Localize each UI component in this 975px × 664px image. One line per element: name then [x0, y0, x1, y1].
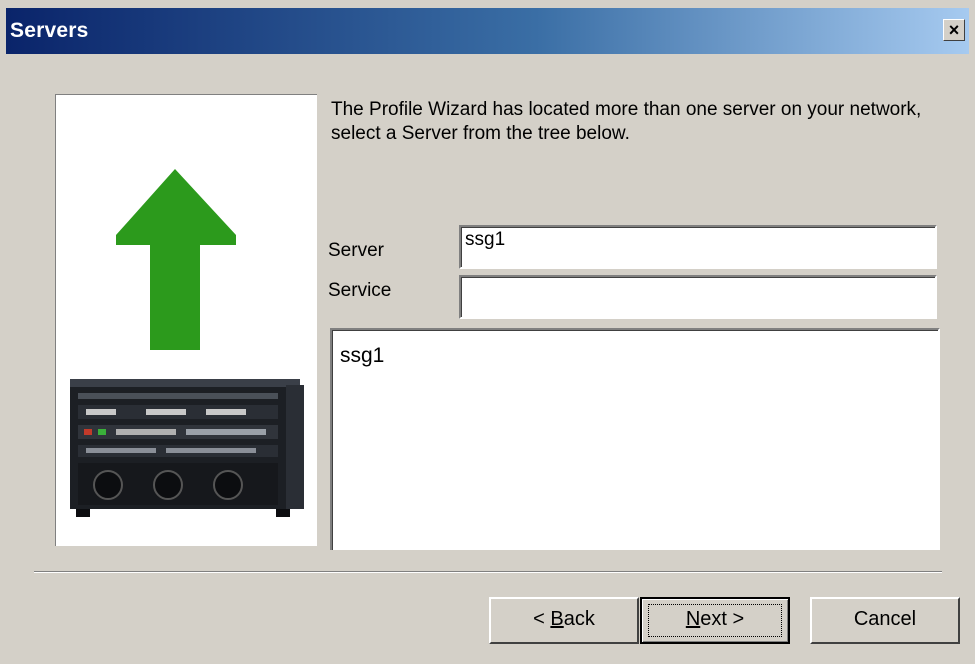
- tree-item-ssg1[interactable]: ssg1: [340, 344, 384, 368]
- service-label: Service: [328, 280, 392, 301]
- instructions-text: The Profile Wizard has located more than…: [331, 99, 922, 144]
- close-icon: ×: [948, 20, 960, 40]
- wizard-image-panel: [55, 94, 317, 546]
- server-chassis-image: [70, 379, 304, 517]
- title-bar[interactable]: Servers ×: [6, 8, 969, 54]
- next-button[interactable]: Next >: [640, 597, 790, 644]
- window-title: Servers: [10, 19, 89, 42]
- close-button[interactable]: ×: [943, 19, 965, 41]
- server-tree[interactable]: ssg1: [330, 328, 940, 550]
- next-button-label: Next >: [685, 608, 745, 630]
- cancel-button-label: Cancel: [853, 608, 917, 630]
- wizard-illustration: [70, 169, 304, 517]
- back-button[interactable]: < Back: [489, 597, 639, 644]
- up-arrow-icon: [116, 169, 236, 350]
- server-field[interactable]: ssg1: [459, 225, 937, 269]
- cancel-button[interactable]: Cancel: [810, 597, 960, 644]
- back-button-label: < Back: [533, 608, 595, 630]
- server-label: Server: [328, 240, 384, 261]
- service-field[interactable]: [459, 275, 937, 319]
- servers-dialog: Servers × The Profile Wizard has located…: [0, 0, 975, 664]
- separator-line: [34, 571, 942, 573]
